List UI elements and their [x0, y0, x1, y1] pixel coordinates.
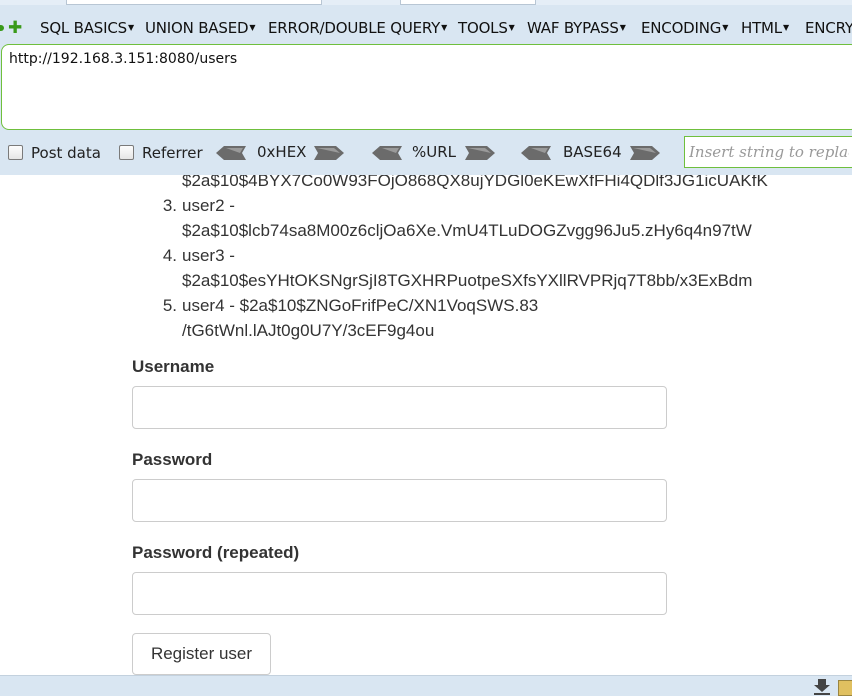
user-name-line: user4 - $2a$10$ZNGoFrifPeC/XN1VoqSWS.83: [182, 296, 539, 315]
password-repeat-input[interactable]: [132, 572, 667, 615]
user-hash-line: $2a$10$esYHtOKSNgrSjI8TGXHRPuotpeSXfsYXl…: [182, 271, 753, 290]
caret-down-icon: ▼: [508, 23, 515, 32]
menu-label: HTML: [741, 19, 782, 37]
menu-tools[interactable]: TOOLS▼: [458, 19, 515, 39]
menu-label: ERROR/DOUBLE QUERY: [268, 19, 441, 37]
encode-arrow-right-icon[interactable]: [314, 145, 344, 161]
menu-label: TOOLS: [458, 19, 508, 37]
caret-down-icon: ▼: [782, 23, 789, 32]
hackbar-toolbar: ✚ SQL BASICS▼ UNION BASED▼ ERROR/DOUBLE …: [0, 0, 852, 175]
menu-label: UNION BASED: [145, 19, 249, 37]
decode-arrow-left-icon[interactable]: [372, 145, 402, 161]
password-repeat-label: Password (repeated): [132, 543, 300, 562]
username-label: Username: [132, 357, 215, 376]
status-bar: [0, 675, 852, 696]
caret-down-icon: ▼: [619, 23, 626, 32]
plus-icon[interactable]: ✚: [8, 19, 26, 37]
menu-encryption[interactable]: ENCRY: [805, 19, 852, 39]
url-textarea[interactable]: http://192.168.3.151:8080/users: [1, 44, 852, 130]
menu-union-based[interactable]: UNION BASED▼: [145, 19, 255, 39]
decode-arrow-left-icon[interactable]: [521, 145, 551, 161]
replace-string-input[interactable]: [684, 136, 852, 168]
tab-strip: [0, 0, 852, 5]
menu-label: WAF BYPASS: [527, 19, 619, 37]
user-name-line: user2 -: [182, 196, 235, 215]
list-number: 3.: [162, 196, 177, 215]
post-data-checkbox[interactable]: [8, 145, 23, 160]
menu-encoding[interactable]: ENCODING▼: [641, 19, 728, 39]
password-label: Password: [132, 450, 213, 469]
menu-label: SQL BASICS: [40, 19, 127, 37]
encode-arrow-right-icon[interactable]: [465, 145, 495, 161]
list-number: 4.: [162, 246, 177, 265]
menu-html[interactable]: HTML▼: [741, 19, 789, 39]
caret-down-icon: ▼: [441, 23, 448, 32]
menu-grip-icon: [0, 25, 4, 31]
menu-sql-basics[interactable]: SQL BASICS▼: [40, 19, 134, 39]
username-input[interactable]: [132, 386, 667, 429]
caret-down-icon: ▼: [722, 23, 729, 32]
password-input[interactable]: [132, 479, 667, 522]
addon-icon[interactable]: [838, 680, 852, 696]
tab-stub[interactable]: [400, 0, 536, 5]
menu-label: ENCRY: [805, 19, 852, 37]
user-hash-line: /tG6tWnl.lAJt0g0U7Y/3cEF9g4ou: [182, 321, 435, 340]
caret-down-icon: ▼: [249, 23, 256, 32]
user-name-line: user3 -: [182, 246, 235, 265]
url-encode-label: %URL: [412, 143, 457, 161]
referrer-label: Referrer: [142, 144, 203, 162]
encode-arrow-right-icon[interactable]: [630, 145, 660, 161]
post-data-label: Post data: [31, 144, 101, 162]
base64-encode-label: BASE64: [563, 143, 622, 161]
menu-label: ENCODING: [641, 19, 722, 37]
referrer-checkbox[interactable]: [119, 145, 134, 160]
list-number: 5.: [162, 296, 177, 315]
hex-encode-label: 0xHEX: [257, 143, 307, 161]
tab-stub[interactable]: [66, 0, 322, 5]
caret-down-icon: ▼: [127, 23, 134, 32]
menu-error-double-query[interactable]: ERROR/DOUBLE QUERY▼: [268, 19, 447, 39]
url-text: http://192.168.3.151:8080/users: [9, 51, 238, 67]
user-hash-line: $2a$10$lcb74sa8M00z6cljOa6Xe.VmU4TLuDOGZ…: [182, 221, 752, 240]
download-icon[interactable]: [814, 679, 830, 695]
menu-waf-bypass[interactable]: WAF BYPASS▼: [527, 19, 626, 39]
register-user-button[interactable]: Register user: [132, 633, 271, 675]
decode-arrow-left-icon[interactable]: [216, 145, 246, 161]
